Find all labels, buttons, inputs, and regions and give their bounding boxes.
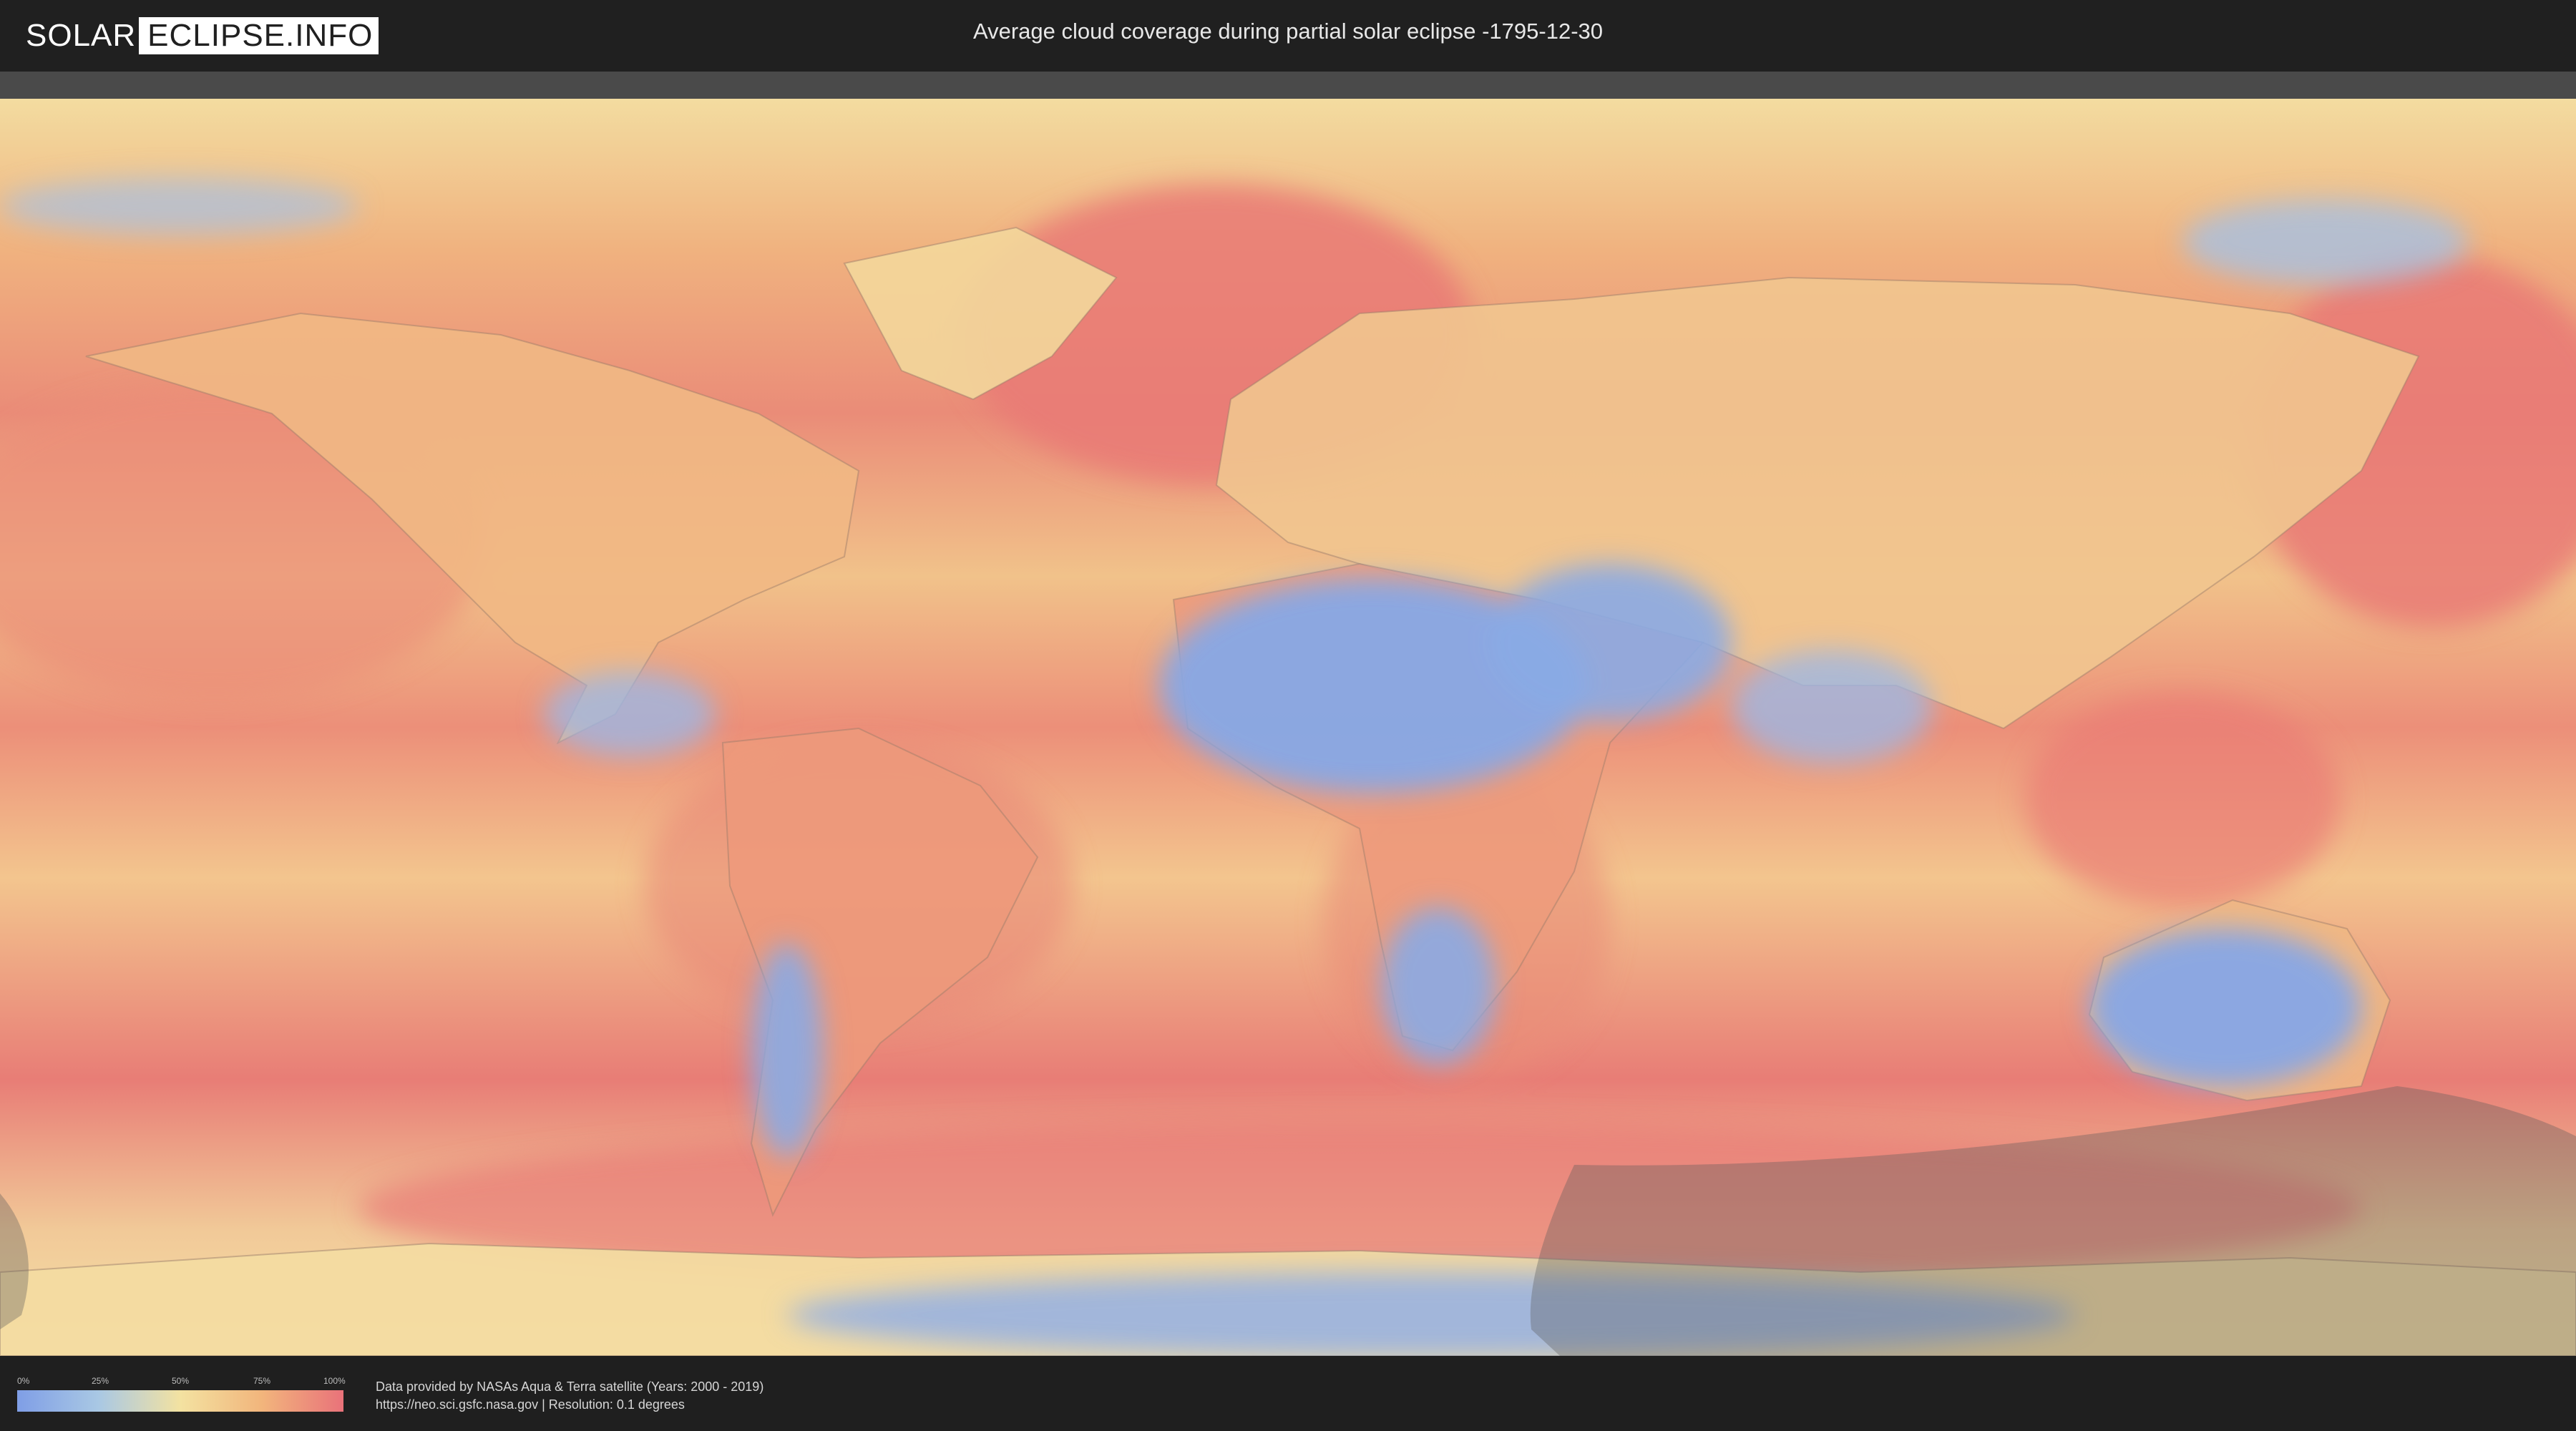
cloud-coverage-map[interactable]	[0, 99, 2576, 1358]
legend-tick-50: 50%	[172, 1376, 190, 1386]
legend-ticks: 0% 25% 50% 75% 100%	[17, 1376, 346, 1386]
cloud-coverage-legend-bar	[17, 1390, 343, 1412]
map-top-gap	[0, 72, 2576, 99]
map-svg	[0, 99, 2576, 1358]
legend-tick-0: 0%	[17, 1376, 30, 1386]
data-url-text: https://neo.sci.gsfc.nasa.gov | Resoluti…	[376, 1397, 685, 1412]
legend-tick-100: 100%	[323, 1376, 346, 1386]
top-bar: SOLAR ECLIPSE.INFO Average cloud coverag…	[0, 0, 2576, 72]
legend-tick-25: 25%	[92, 1376, 109, 1386]
page-title: Average cloud coverage during partial so…	[972, 19, 1604, 44]
data-source-text: Data provided by NASAs Aqua & Terra sate…	[376, 1379, 764, 1394]
legend-tick-75: 75%	[253, 1376, 271, 1386]
